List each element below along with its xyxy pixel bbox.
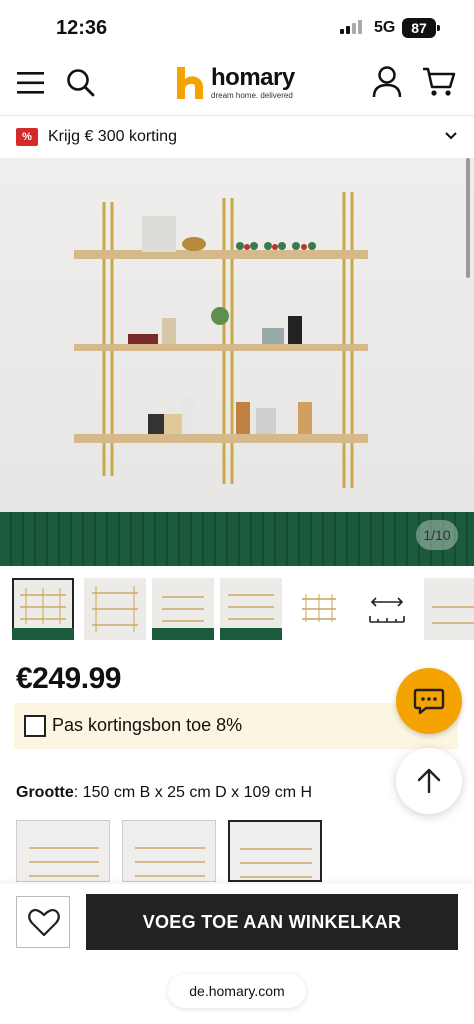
product-price: €249.99 <box>16 662 121 695</box>
discount-badge-icon: % <box>16 128 38 146</box>
size-row: Grootte: 150 cm B x 25 cm D x 109 cm H <box>16 784 312 802</box>
network-type: 5G <box>374 19 396 36</box>
coupon-checkbox[interactable] <box>24 715 46 737</box>
image-counter: 1/10 <box>416 520 458 550</box>
size-option-image <box>135 847 205 877</box>
shelf-thumb-image <box>92 586 138 632</box>
cart-icon[interactable] <box>422 66 456 98</box>
scrollbar[interactable] <box>466 158 470 278</box>
brand-tagline: dream home. delivered <box>211 91 293 100</box>
thumbnail-1[interactable] <box>12 578 74 640</box>
wishlist-button[interactable] <box>16 896 70 948</box>
thumb-green-wall <box>152 628 214 640</box>
battery-icon: 87 <box>402 18 440 38</box>
size-option-image <box>29 847 99 877</box>
promo-bar[interactable]: % Krijg € 300 korting <box>0 116 474 158</box>
chevron-down-icon[interactable] <box>444 130 458 142</box>
bottom-action-bar: VOEG TOE AAN WINKELKAR de.homary.com <box>0 884 474 1024</box>
dimensions-icon <box>369 597 405 623</box>
product-main-image[interactable] <box>0 158 474 566</box>
account-icon[interactable] <box>372 66 402 98</box>
logo-mark-icon <box>177 67 203 99</box>
chat-button[interactable] <box>396 668 462 734</box>
scroll-to-top-button[interactable] <box>396 748 462 814</box>
thumbnail-strip[interactable] <box>0 574 474 644</box>
shelf-thumb-image <box>432 606 474 624</box>
search-icon[interactable] <box>66 68 96 98</box>
site-header: homary dream home. delivered <box>0 56 474 116</box>
thumbnail-4[interactable] <box>220 578 282 640</box>
promo-text: Krijg € 300 korting <box>48 128 177 145</box>
status-bar: 12:36 5G 87 <box>0 0 474 56</box>
wall-shelf-photo <box>74 192 368 488</box>
add-to-cart-button[interactable]: VOEG TOE AAN WINKELKAR <box>86 894 458 950</box>
coupon-label: Pas kortingsbon toe 8% <box>52 715 243 735</box>
size-option-2[interactable] <box>122 820 216 882</box>
green-wainscot <box>0 512 474 566</box>
brand-name: homary <box>211 64 295 91</box>
status-time: 12:36 <box>56 17 108 39</box>
logo-text: homary dream home. delivered <box>211 64 295 101</box>
thumbnail-2[interactable] <box>84 578 146 640</box>
chat-icon <box>413 688 445 715</box>
shelf-thumb-image <box>302 594 336 622</box>
heart-icon <box>28 908 60 937</box>
thumb-green-wall <box>12 628 74 640</box>
homary-logo[interactable]: homary dream home. delivered <box>175 65 295 101</box>
signal-icon <box>340 20 362 34</box>
thumb-green-wall <box>220 628 282 640</box>
thumbnail-7[interactable] <box>424 578 474 640</box>
size-value: : 150 cm B x 25 cm D x 109 cm H <box>73 784 313 801</box>
browser-url[interactable]: de.homary.com <box>168 974 306 1008</box>
size-option-image <box>240 848 312 878</box>
size-option-3[interactable] <box>228 820 322 882</box>
arrow-up-icon <box>417 768 441 794</box>
thumbnail-6[interactable] <box>356 578 418 640</box>
coupon-row[interactable]: Pas kortingsbon toe 8% <box>14 703 458 749</box>
size-option-1[interactable] <box>16 820 110 882</box>
thumbnail-3[interactable] <box>152 578 214 640</box>
size-label: Grootte <box>16 784 74 801</box>
menu-icon[interactable] <box>16 70 46 96</box>
thumbnail-5[interactable] <box>288 578 350 640</box>
